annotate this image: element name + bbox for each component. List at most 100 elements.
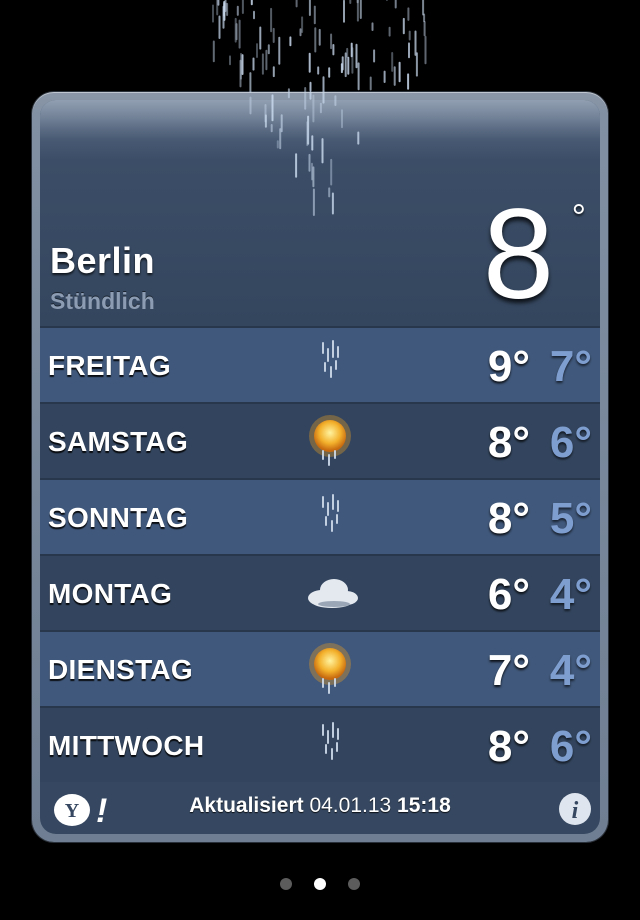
info-icon[interactable]: i	[558, 792, 592, 826]
page-dot-active[interactable]	[314, 878, 326, 890]
rain-drop	[308, 0, 311, 16]
rain-drop	[328, 67, 331, 78]
svg-text:i: i	[572, 798, 579, 824]
rain-drop	[272, 66, 275, 78]
rain-drop	[261, 53, 264, 75]
rain-drop	[250, 0, 253, 6]
forecast-low: 6°	[549, 722, 592, 771]
rain-drop	[278, 36, 281, 65]
city-name: Berlin	[50, 240, 156, 281]
rain-drop	[270, 124, 273, 133]
rain-drop	[218, 15, 221, 39]
rain-drop	[309, 81, 312, 92]
forecast-day: MONTAG	[48, 578, 173, 609]
rain-drop	[212, 4, 214, 23]
rain-drop	[408, 30, 411, 41]
rain-drop	[241, 54, 244, 75]
rain-drop	[347, 56, 350, 75]
rain-icon	[322, 340, 339, 378]
forecast-list: FREITAG 9° 7° SAMSTAG 8° 6° SONNTAG 8° 5…	[40, 328, 600, 782]
rain-drop	[311, 135, 314, 151]
page-dot[interactable]	[279, 878, 292, 890]
rain-drop	[216, 0, 219, 16]
rain-drop	[280, 114, 283, 133]
forecast-row: MONTAG 6° 4°	[40, 556, 600, 632]
last-updated: Aktualisiert 04.01.13 15:18	[40, 794, 600, 818]
forecast-low: 4°	[549, 646, 592, 695]
forecast-row: MITTWOCH 8° 6°	[40, 708, 600, 782]
rain-drop	[407, 73, 410, 90]
rain-drop	[394, 0, 397, 9]
rain-drop	[355, 43, 358, 69]
rain-drop	[319, 102, 322, 114]
page-indicator[interactable]	[0, 877, 640, 895]
rain-drop	[343, 0, 345, 23]
forecast-low: 4°	[549, 570, 592, 619]
rain-drop	[271, 94, 274, 122]
rain-drop	[295, 0, 298, 8]
forecast-low: 6°	[549, 418, 592, 467]
rain-drop	[267, 44, 270, 55]
rain-drop	[328, 187, 331, 198]
forecast-day: MITTWOCH	[48, 730, 205, 761]
rain-drop	[330, 158, 333, 186]
rain-drop	[265, 49, 268, 71]
rain-drop	[309, 91, 312, 100]
rain-drop	[318, 28, 321, 46]
hourly-toggle[interactable]: Stündlich	[50, 288, 155, 315]
rain-drop	[398, 61, 401, 83]
rain-drop	[308, 153, 311, 172]
rain-drop	[289, 36, 292, 47]
rain-drop	[259, 26, 262, 50]
rain-drop	[369, 76, 372, 91]
rain-drop	[311, 162, 313, 181]
rain-drop	[357, 62, 360, 91]
forecast-high: 9°	[487, 342, 530, 391]
rain-drop	[317, 66, 320, 75]
updated-label: Aktualisiert	[189, 794, 304, 817]
rain-drop	[415, 52, 418, 77]
cloud-icon	[308, 579, 358, 608]
rain-drop	[249, 72, 252, 93]
forecast-high: 7°	[487, 646, 530, 695]
rain-drop	[321, 138, 324, 164]
forecast-row: SAMSTAG 8° 6°	[40, 404, 600, 480]
rain-drop	[357, 131, 360, 145]
updated-date: 04.01.13	[309, 794, 392, 817]
rain-drop	[330, 33, 333, 50]
rain-drop	[224, 0, 227, 12]
rain-drop	[306, 121, 309, 147]
rain-drop	[295, 153, 298, 178]
rain-drop	[270, 7, 273, 33]
rain-drop	[407, 7, 410, 21]
rain-drop	[212, 40, 215, 63]
forecast-high: 6°	[487, 570, 530, 619]
forecast-row: FREITAG 9° 7°	[40, 328, 600, 404]
rain-drop	[287, 88, 290, 99]
rain-drop	[340, 63, 343, 74]
rain-drop	[422, 0, 425, 16]
rain-drop	[402, 17, 405, 35]
footer-bar: Y ! Aktualisiert 04.01.13 15:18 i	[40, 788, 600, 834]
forecast-day: SONNTAG	[48, 502, 189, 533]
rain-drop	[308, 52, 311, 73]
rain-drop	[252, 57, 255, 71]
rain-drop	[393, 66, 396, 86]
rain-drop	[314, 27, 317, 53]
rain-drop	[236, 5, 239, 16]
rain-drop	[371, 22, 374, 31]
forecast-day: FREITAG	[48, 350, 171, 381]
page-dot[interactable]	[348, 878, 361, 890]
rain-drop	[385, 0, 388, 1]
rain-drop	[241, 0, 244, 14]
rain-drop	[414, 30, 417, 56]
rain-drop	[253, 10, 255, 20]
rain-drop	[349, 0, 352, 4]
rain-icon	[322, 722, 339, 760]
rain-drop	[249, 96, 252, 115]
rain-drop	[351, 47, 354, 74]
current-temperature: 8	[482, 183, 554, 326]
rain-drop	[332, 44, 335, 56]
rain-drop	[373, 49, 376, 63]
rain-drop	[312, 94, 315, 123]
